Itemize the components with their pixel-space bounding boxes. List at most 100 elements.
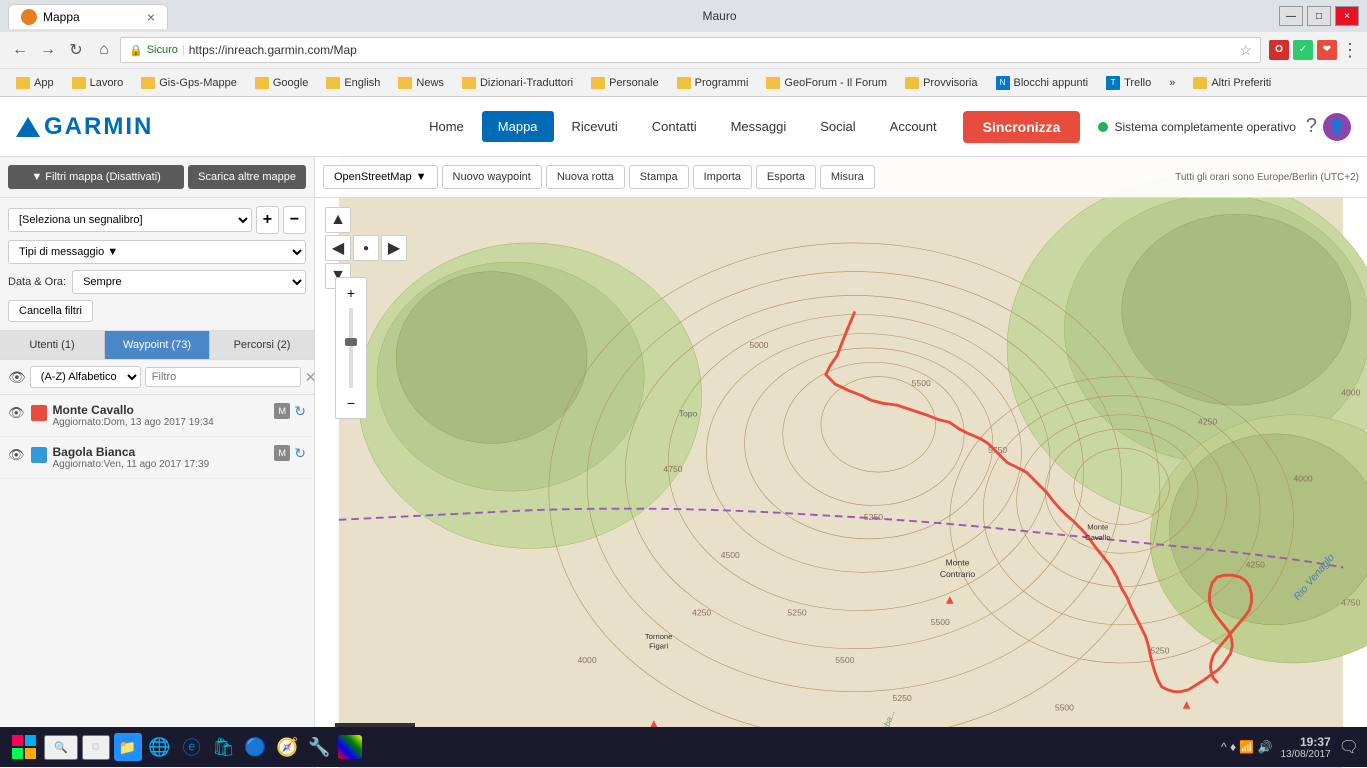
bm-google[interactable]: Google (247, 75, 316, 91)
compass-taskbar-icon[interactable]: 🧭 (274, 733, 302, 761)
app-taskbar-icon[interactable]: 🔧 (306, 733, 334, 761)
bm-geoforum[interactable]: GeoForum - Il Forum (758, 75, 895, 91)
bm-news[interactable]: News (390, 75, 452, 91)
filter-toggle-btn[interactable]: ▼ Filtri mappa (Disattivati) (8, 165, 184, 189)
bm-gis[interactable]: Gis-Gps-Mappe (133, 75, 245, 91)
bm-more[interactable]: » (1161, 75, 1183, 91)
nav-account[interactable]: Account (874, 111, 953, 142)
zoom-slider-track[interactable] (349, 308, 353, 388)
filter-input[interactable] (145, 367, 301, 387)
nav-contatti[interactable]: Contatti (636, 111, 713, 142)
bm-blocchi[interactable]: N Blocchi appunti (988, 74, 1097, 92)
nav-home[interactable]: Home (413, 111, 480, 142)
minimize-btn[interactable]: — (1279, 6, 1303, 26)
o365-icon[interactable]: O (1269, 40, 1289, 60)
map-right-btn[interactable]: ▶ (381, 235, 407, 261)
item-visibility-icon[interactable]: 👁 (8, 405, 25, 421)
start-button[interactable] (8, 731, 40, 763)
map-up-btn[interactable]: ▲ (325, 207, 351, 233)
svg-text:Figari: Figari (649, 642, 668, 651)
bm-dizionari[interactable]: Dizionari-Traduttori (454, 75, 581, 91)
zoom-slider-handle[interactable] (345, 338, 357, 346)
bookmark-star-icon[interactable]: ☆ (1239, 42, 1252, 59)
bm-app[interactable]: App (8, 75, 62, 91)
address-bar[interactable]: 🔒 Sicuro | https://inreach.garmin.com/Ma… (120, 37, 1261, 63)
browser-user: Mauro (702, 9, 736, 23)
bm-trello[interactable]: TTrello (1098, 74, 1159, 92)
bm-programmi[interactable]: Programmi (669, 75, 757, 91)
visibility-eye-icon[interactable]: 👁 (8, 369, 26, 386)
map-layer-dropdown[interactable]: OpenStreetMap ▼ (323, 165, 438, 189)
nav-messaggi[interactable]: Messaggi (715, 111, 803, 142)
map-container[interactable]: OpenStreetMap ▼ Nuovo waypoint Nuova rot… (315, 157, 1367, 768)
tab-favicon (21, 9, 37, 25)
svg-text:5500: 5500 (931, 617, 950, 627)
edge-taskbar-icon[interactable]: ⓔ (178, 733, 206, 761)
clear-filters-btn[interactable]: Cancella filtri (8, 300, 93, 322)
user-avatar[interactable]: 👤 (1323, 113, 1351, 141)
measure-btn[interactable]: Misura (820, 165, 875, 189)
chrome-taskbar-icon[interactable]: 🔵 (242, 733, 270, 761)
bm-english[interactable]: English (318, 75, 388, 91)
help-icon[interactable]: ? (1306, 115, 1317, 138)
zoom-in-btn[interactable]: + (340, 282, 362, 304)
item-actions: M ↻ (274, 445, 306, 462)
zoom-out-btn[interactable]: − (340, 392, 362, 414)
tab-close-btn[interactable]: × (147, 9, 155, 25)
map-center-btn[interactable]: ● (353, 235, 379, 261)
reload-btn[interactable]: ↻ (64, 38, 88, 62)
extensions-menu-btn[interactable]: ⋮ (1341, 40, 1359, 61)
print-btn[interactable]: Stampa (629, 165, 689, 189)
notifications-icon[interactable]: 🗨 (1339, 737, 1359, 757)
search-btn[interactable]: 🔍 (44, 735, 78, 760)
forward-btn[interactable]: → (36, 38, 60, 62)
color-taskbar-icon[interactable] (338, 735, 362, 759)
tab-waypoints[interactable]: Waypoint (73) (105, 331, 210, 359)
import-btn[interactable]: Importa (693, 165, 752, 189)
ext-icon-3[interactable]: ❤ (1317, 40, 1337, 60)
item-visibility-icon[interactable]: 👁 (8, 447, 25, 463)
new-route-btn[interactable]: Nuova rotta (546, 165, 625, 189)
export-btn[interactable]: Esporta (756, 165, 816, 189)
refresh-icon[interactable]: ↻ (294, 403, 306, 420)
tab-users[interactable]: Utenti (1) (0, 331, 105, 359)
bm-personale[interactable]: Personale (583, 75, 667, 91)
add-bookmark-btn[interactable]: + (256, 206, 279, 234)
folder-icon (591, 77, 605, 89)
nav-ricevuti[interactable]: Ricevuti (556, 111, 634, 142)
nav-social[interactable]: Social (804, 111, 871, 142)
new-waypoint-btn[interactable]: Nuovo waypoint (442, 165, 542, 189)
task-view-btn[interactable]: ⧉ (82, 735, 110, 760)
bm-provvisoria[interactable]: Provvisoria (897, 75, 985, 91)
back-btn[interactable]: ← (8, 38, 32, 62)
sync-button[interactable]: Sincronizza (963, 111, 1081, 143)
svg-text:4250: 4250 (692, 607, 711, 617)
maximize-btn[interactable]: □ (1307, 6, 1331, 26)
close-btn[interactable]: × (1335, 6, 1359, 26)
tab-routes[interactable]: Percorsi (2) (210, 331, 314, 359)
home-btn[interactable]: ⌂ (92, 38, 116, 62)
m-badge: M (274, 445, 290, 461)
bm-label: Dizionari-Traduttori (480, 77, 573, 89)
refresh-icon[interactable]: ↻ (294, 445, 306, 462)
date-select[interactable]: Sempre (72, 270, 306, 294)
sort-select[interactable]: (A-Z) Alfabetico (30, 366, 141, 388)
browser-tab[interactable]: Mappa × (8, 4, 168, 29)
file-explorer-taskbar-icon[interactable]: 📁 (114, 733, 142, 761)
download-maps-btn[interactable]: Scarica altre mappe (188, 165, 306, 189)
ext-icon-2[interactable]: ✓ (1293, 40, 1313, 60)
map-left-btn[interactable]: ◀ (325, 235, 351, 261)
nav-mappa[interactable]: Mappa (482, 111, 554, 142)
bm-lavoro[interactable]: Lavoro (64, 75, 132, 91)
store-taskbar-icon[interactable]: 🛍 (210, 733, 238, 761)
topo-map-svg[interactable]: 5000 5500 5750 5250 4500 4750 4250 4000 … (315, 157, 1367, 768)
bookmark-select[interactable]: [Seleziona un segnalibro] (8, 208, 252, 232)
browser-taskbar-icon[interactable]: 🌐 (146, 733, 174, 761)
message-type-select[interactable]: Tipi di messaggio ▼ (8, 240, 306, 264)
bm-altri[interactable]: Altri Preferiti (1185, 75, 1279, 91)
folder-icon (905, 77, 919, 89)
url-text[interactable]: https://inreach.garmin.com/Map (189, 43, 1236, 57)
header-nav: Home Mappa Ricevuti Contatti Messaggi So… (413, 111, 1351, 143)
remove-bookmark-btn[interactable]: − (283, 206, 306, 234)
bm-label: Blocchi appunti (1014, 77, 1089, 89)
